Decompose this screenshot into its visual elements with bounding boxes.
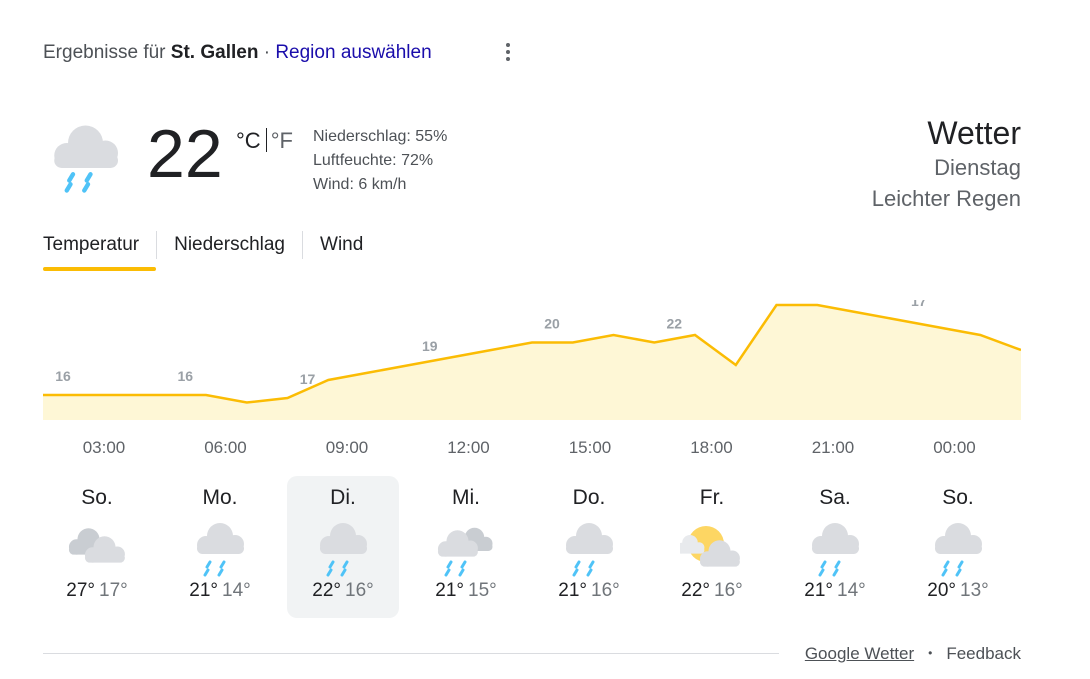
header-location: St. Gallen [170, 42, 259, 63]
forecast-temps: 27° 17° [41, 580, 153, 602]
feedback-link[interactable]: Feedback [946, 644, 1021, 663]
forecast-low: 14° [837, 580, 866, 601]
weather-summary: Wetter Dienstag Leichter Regen [872, 114, 1021, 214]
temperature-chart: 1616171920222117 [43, 300, 1021, 420]
unit-toggle: °C °F [236, 128, 293, 154]
forecast-temps: 21° 16° [533, 580, 645, 602]
temperature-data-label: 16 [178, 368, 194, 384]
forecast-day-name: Sa. [819, 486, 851, 509]
header-prefix: Ergebnisse für [43, 42, 166, 63]
more-vert-icon[interactable] [500, 40, 516, 64]
unit-fahrenheit[interactable]: °F [271, 128, 293, 153]
time-tick-label: 12:00 [447, 438, 490, 457]
forecast-low: 15° [468, 580, 497, 601]
current-temperature: 22 [147, 116, 223, 192]
cloud-rain-icon [311, 518, 375, 577]
forecast-temps: 21° 14° [164, 580, 276, 602]
forecast-day-name: So. [81, 486, 113, 509]
header-separator: · [263, 42, 271, 63]
forecast-high: 22° [312, 580, 341, 601]
forecast-day-name: Mo. [202, 486, 238, 509]
temperature-data-label: 20 [544, 316, 560, 332]
forecast-temps: 22° 16° [656, 580, 768, 602]
forecast-day-name: Fr. [699, 486, 725, 509]
footer-divider [43, 653, 779, 654]
time-tick-label: 06:00 [204, 438, 247, 457]
weather-title: Wetter [927, 115, 1021, 151]
region-select-link[interactable]: Region auswählen [275, 42, 431, 63]
forecast-high: 21° [435, 580, 464, 601]
forecast-day-name: Di. [330, 486, 356, 509]
tab-wind[interactable]: Wind [302, 231, 380, 259]
forecast-temps: 21° 14° [779, 580, 891, 602]
forecast-low: 17° [99, 580, 128, 601]
forecast-day-6[interactable]: Sa. 21° 14° [779, 476, 891, 618]
forecast-low: 16° [345, 580, 374, 601]
time-tick-label: 03:00 [82, 438, 126, 457]
time-axis: 03:00 06:00 09:00 12:00 15:00 18:00 21:00 00:00 [43, 438, 1021, 462]
forecast-day-name: Mi. [452, 486, 480, 509]
tab-precipitation[interactable]: Niederschlag [156, 231, 302, 259]
time-tick-label: 18:00 [690, 438, 733, 457]
cloud-rain-icon [803, 518, 867, 577]
temperature-data-label: 22 [667, 316, 683, 332]
daily-forecast: So. 27°17°Mo. 21°14°Di. 22°16°Mi. [43, 476, 1021, 620]
time-tick-label: 21:00 [811, 438, 855, 457]
forecast-low: 13° [960, 580, 989, 601]
forecast-day-1[interactable]: Mo. 21° 14° [164, 476, 276, 618]
cloud-rain-icon [48, 118, 128, 198]
forecast-day-2[interactable]: Di. 22° 16° [287, 476, 399, 618]
footer-dot: • [928, 646, 933, 660]
forecast-high: 21° [558, 580, 587, 601]
temperature-data-label: 19 [422, 338, 438, 354]
cloud-rain-icon [188, 518, 252, 577]
temperature-data-label: 17 [911, 300, 927, 309]
time-tick-label: 09:00 [325, 438, 369, 457]
temperature-area [43, 305, 1021, 420]
forecast-low: 14° [222, 580, 251, 601]
forecast-day-name: So. [942, 486, 974, 509]
forecast-day-0[interactable]: So. 27° 17° [41, 476, 153, 618]
humidity-value: Luftfeuchte: 72% [313, 152, 434, 169]
forecast-day-5[interactable]: Fr. 22° 16° [656, 476, 768, 618]
cloudy-icon [65, 518, 129, 574]
weather-condition: Leichter Regen [871, 186, 1021, 211]
forecast-high: 21° [189, 580, 218, 601]
forecast-low: 16° [714, 580, 743, 601]
forecast-day-name: Do. [572, 486, 606, 509]
google-weather-link[interactable]: Google Wetter [805, 644, 914, 663]
cloud-rain-icon [557, 518, 621, 577]
forecast-high: 20° [927, 580, 956, 601]
time-tick-label: 15:00 [568, 438, 612, 457]
forecast-temps: 22° 16° [287, 580, 399, 602]
time-tick-label: 00:00 [933, 438, 976, 457]
tab-temperature[interactable]: Temperatur [43, 230, 157, 271]
wind-value: Wind: 6 km/h [313, 176, 407, 193]
forecast-temps: 21° 15° [410, 580, 522, 602]
forecast-low: 16° [591, 580, 620, 601]
unit-celsius[interactable]: °C [236, 128, 261, 153]
partly-sunny-icon [676, 518, 744, 574]
search-location-header: Ergebnisse für St. Gallen · Region auswä… [43, 42, 432, 64]
temperature-data-label: 17 [300, 371, 316, 387]
forecast-high: 27° [66, 580, 95, 601]
cloud-rain-icon [926, 518, 990, 577]
temperature-data-label: 16 [55, 368, 71, 384]
precipitation-value: Niederschlag: 55% [313, 128, 448, 145]
weather-details: Niederschlag: 55% Luftfeuchte: 72% Wind:… [313, 125, 447, 197]
chart-tabs: Temperatur Niederschlag Wind [43, 230, 380, 272]
rain-showers-icon [434, 518, 498, 577]
footer: Google Wetter • Feedback [805, 644, 1021, 664]
weather-day: Dienstag [934, 155, 1021, 180]
forecast-day-4[interactable]: Do. 21° 16° [533, 476, 645, 618]
forecast-temps: 20° 13° [902, 580, 1014, 602]
forecast-high: 21° [804, 580, 833, 601]
forecast-day-3[interactable]: Mi. 21° 15° [410, 476, 522, 618]
forecast-high: 22° [681, 580, 710, 601]
forecast-day-7[interactable]: So. 20° 13° [902, 476, 1014, 618]
